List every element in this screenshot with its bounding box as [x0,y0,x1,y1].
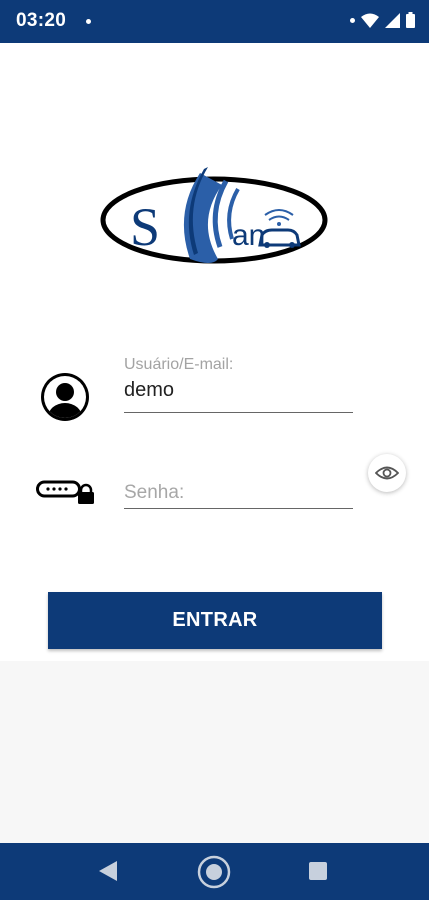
avatar-icon [41,373,89,421]
navigation-bar [0,843,429,900]
username-input[interactable] [124,376,353,404]
username-field: Usuário/E-mail: [124,356,353,414]
car-wifi-icon [258,209,301,248]
logo-text-an: an [232,219,265,252]
small-dot-icon [350,17,355,23]
signal-icon [385,12,400,28]
scan-logo: S an [100,163,328,269]
show-password-toggle[interactable] [368,454,406,492]
home-icon[interactable] [197,855,231,889]
username-underline [124,412,353,413]
logo-text-s: S [130,197,160,257]
eye-icon [375,466,399,480]
recents-icon[interactable] [309,862,327,880]
status-bar: 03:20 [0,0,429,43]
password-input[interactable] [124,479,353,507]
password-field [124,479,353,509]
status-time: 03:20 [16,10,67,31]
status-icons [350,12,415,28]
notification-dot-icon [86,19,91,24]
login-screen: S an Usuário/E-mail: demo ENTRAR [0,43,429,661]
battery-icon [406,12,415,28]
login-button[interactable]: ENTRAR [48,592,382,649]
password-lock-icon [36,480,94,504]
back-icon[interactable] [98,861,117,881]
password-underline [124,508,353,509]
wifi-icon [361,13,379,28]
username-label: Usuário/E-mail: [124,356,234,373]
